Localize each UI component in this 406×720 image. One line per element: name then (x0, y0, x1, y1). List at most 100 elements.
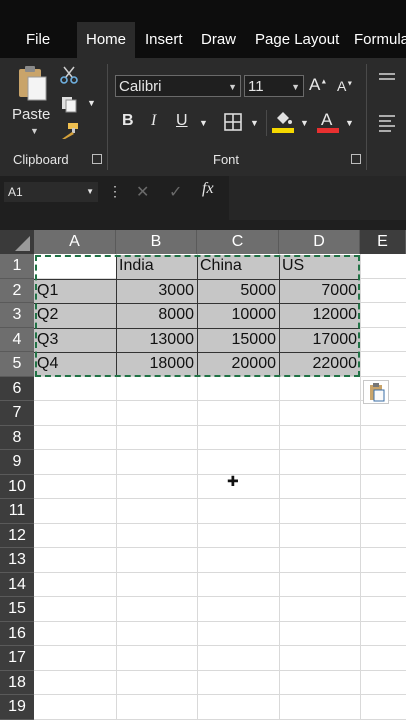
name-box-value: A1 (8, 185, 23, 199)
tab-draw[interactable]: Draw (201, 22, 236, 58)
fill-color-swatch (272, 128, 294, 133)
tab-formulas[interactable]: Formula (354, 22, 406, 58)
cancel-icon[interactable]: ✕ (136, 182, 149, 202)
chevron-down-icon[interactable]: ▼ (87, 98, 96, 108)
italic-button[interactable]: I (151, 112, 156, 130)
paint-bucket-icon (277, 112, 292, 124)
font-color-swatch (317, 128, 339, 133)
font-size-combo[interactable]: 11 ▼ (244, 75, 304, 97)
font-launcher-icon[interactable] (351, 154, 361, 164)
column-header-a[interactable]: A (34, 230, 116, 254)
paste-button[interactable]: Paste ▼ (10, 64, 54, 136)
font-name-combo[interactable]: Calibri ▼ (115, 75, 241, 97)
row-header-14[interactable]: 14 (0, 572, 34, 597)
chevron-down-icon[interactable]: ▼ (30, 126, 39, 136)
paste-icon (19, 66, 47, 101)
align-left-icon[interactable] (378, 114, 396, 132)
font-name-value: Calibri (119, 78, 162, 95)
select-all-corner[interactable] (0, 230, 34, 254)
more-options-icon[interactable]: ⋮ (108, 182, 122, 200)
tab-file[interactable]: File (26, 22, 50, 58)
chevron-down-icon: ▼ (86, 187, 94, 196)
chevron-down-icon[interactable]: ▼ (300, 118, 309, 128)
formula-input[interactable] (229, 176, 406, 220)
decrease-font-size-icon[interactable]: A▼ (337, 78, 353, 94)
borders-icon[interactable] (224, 113, 242, 131)
row-header-4[interactable]: 4 (0, 327, 34, 352)
column-header-c[interactable]: C (197, 230, 279, 254)
menu-bar: File Home Insert Draw Page Layout Formul… (0, 0, 406, 58)
tab-home[interactable]: Home (77, 22, 135, 58)
gridline (34, 694, 406, 695)
row-header-7[interactable]: 7 (0, 401, 34, 426)
chevron-down-icon: ▼ (291, 82, 300, 92)
chevron-down-icon[interactable]: ▼ (199, 118, 208, 128)
row-header-2[interactable]: 2 (0, 278, 34, 303)
insert-function-button[interactable]: fx (202, 180, 214, 198)
row-header-16[interactable]: 16 (0, 621, 34, 646)
row-header-10[interactable]: 10 (0, 474, 34, 499)
gridline (34, 425, 406, 426)
gridline (34, 400, 406, 401)
gridline (34, 572, 406, 573)
row-header-15[interactable]: 15 (0, 597, 34, 622)
clipboard-launcher-icon[interactable] (92, 154, 102, 164)
column-header-e[interactable]: E (360, 230, 406, 254)
row-header-6[interactable]: 6 (0, 376, 34, 401)
copy-marquee (35, 255, 360, 377)
tab-insert[interactable]: Insert (145, 22, 183, 58)
group-separator (366, 64, 367, 170)
row-header-17[interactable]: 17 (0, 646, 34, 671)
gridline (34, 474, 406, 475)
align-top-icon[interactable] (378, 72, 396, 86)
gridline (34, 645, 406, 646)
font-color-glyph: A (321, 110, 333, 129)
gridline (34, 449, 406, 450)
enter-icon[interactable]: ✓ (169, 182, 182, 202)
chevron-down-icon[interactable]: ▼ (250, 118, 259, 128)
underline-button[interactable]: U (176, 112, 188, 130)
gridline (34, 523, 406, 524)
gridline (34, 670, 406, 671)
tab-page-layout[interactable]: Page Layout (255, 22, 339, 58)
font-group-label: Font (213, 152, 240, 167)
increase-font-size-icon[interactable]: A▲ (309, 75, 327, 95)
select-all-icon (15, 236, 30, 251)
row-header-1[interactable]: 1 (0, 254, 34, 279)
bold-button[interactable]: B (122, 112, 134, 130)
font-size-value: 11 (248, 78, 264, 95)
row-header-18[interactable]: 18 (0, 670, 34, 695)
copy-icon[interactable] (60, 95, 78, 113)
column-header-b[interactable]: B (116, 230, 197, 254)
name-box[interactable]: A1 ▼ (4, 182, 98, 202)
gridline (34, 547, 406, 548)
font-color-button[interactable]: A (317, 110, 339, 136)
chevron-down-icon: ▼ (228, 82, 237, 92)
paste-label: Paste (12, 106, 51, 123)
gridline (360, 254, 361, 720)
row-header-9[interactable]: 9 (0, 450, 34, 475)
cut-icon[interactable] (60, 66, 78, 84)
group-separator (107, 64, 108, 170)
cell-cursor-icon: ✚ (227, 473, 239, 489)
row-header-12[interactable]: 12 (0, 523, 34, 548)
row-header-19[interactable]: 19 (0, 695, 34, 720)
fill-color-button[interactable] (272, 110, 294, 136)
row-header-3[interactable]: 3 (0, 303, 34, 328)
row-header-5[interactable]: 5 (0, 352, 34, 377)
format-painter-icon[interactable] (60, 122, 80, 140)
paste-options-button[interactable] (363, 380, 389, 404)
row-header-8[interactable]: 8 (0, 425, 34, 450)
clipboard-group-label: Clipboard (13, 152, 69, 167)
row-header-11[interactable]: 11 (0, 499, 34, 524)
divider (266, 110, 267, 136)
column-header-d[interactable]: D (279, 230, 360, 254)
row-header-13[interactable]: 13 (0, 548, 34, 573)
ribbon: Paste ▼ ▼ Clipboard Calibri ▼ 11 ▼ A▲ A▼… (0, 58, 406, 176)
gridline (34, 498, 406, 499)
formula-bar: A1 ▼ ⋮ ✕ ✓ fx (0, 176, 406, 230)
chevron-down-icon[interactable]: ▼ (345, 118, 354, 128)
gridline (34, 621, 406, 622)
clipboard-icon (370, 383, 385, 402)
spreadsheet-grid: ABCDE 1 2 3 4 5 6 7 8 9 10 11 12 13 14 15 16 17 18 19 Indi… (0, 230, 406, 720)
